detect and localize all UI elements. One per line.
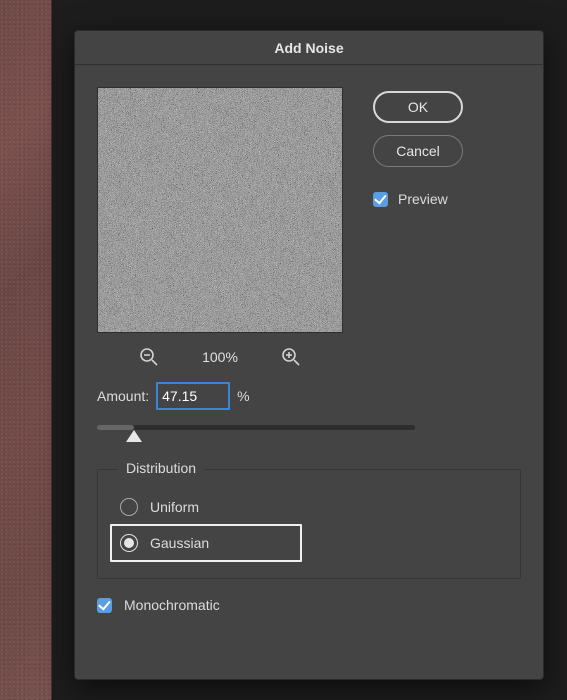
preview-label: Preview <box>398 191 448 207</box>
preview-checkbox[interactable] <box>373 192 388 207</box>
amount-label: Amount: <box>97 388 149 404</box>
dialog-title: Add Noise <box>75 31 543 65</box>
add-noise-dialog: Add Noise <box>74 30 544 680</box>
workspace: Add Noise <box>52 0 567 700</box>
radio-gaussian-label: Gaussian <box>150 535 209 551</box>
monochromatic-checkbox[interactable] <box>97 598 112 613</box>
amount-unit: % <box>237 388 249 404</box>
zoom-out-icon <box>139 347 159 367</box>
slider-track <box>97 425 415 430</box>
distribution-legend: Distribution <box>118 460 204 476</box>
cancel-button[interactable]: Cancel <box>373 135 463 167</box>
canvas-texture-sample <box>0 0 52 700</box>
amount-row: Amount: % <box>97 383 521 409</box>
amount-input[interactable] <box>157 383 229 409</box>
noise-preview <box>98 88 342 332</box>
ok-button[interactable]: OK <box>373 91 463 123</box>
radio-gaussian[interactable]: Gaussian <box>110 524 302 562</box>
radio-uniform[interactable]: Uniform <box>116 490 502 524</box>
radio-gaussian-dot[interactable] <box>120 534 138 552</box>
amount-slider[interactable] <box>97 419 415 445</box>
zoom-in-icon <box>281 347 301 367</box>
monochromatic-label: Monochromatic <box>124 597 220 613</box>
slider-thumb[interactable] <box>126 430 142 442</box>
preview-toggle[interactable]: Preview <box>373 191 448 207</box>
zoom-out-button[interactable] <box>138 346 160 368</box>
radio-uniform-dot[interactable] <box>120 498 138 516</box>
distribution-group: Distribution Uniform Gaussian <box>97 469 521 579</box>
zoom-controls: 100% <box>97 337 343 377</box>
zoom-in-button[interactable] <box>280 346 302 368</box>
monochromatic-toggle[interactable]: Monochromatic <box>97 597 521 613</box>
zoom-level: 100% <box>202 349 238 365</box>
preview-thumbnail[interactable] <box>97 87 343 333</box>
dialog-content: 100% OK Cancel Preview <box>75 65 543 679</box>
radio-uniform-label: Uniform <box>150 499 199 515</box>
dialog-buttons: OK Cancel Preview <box>373 87 463 207</box>
